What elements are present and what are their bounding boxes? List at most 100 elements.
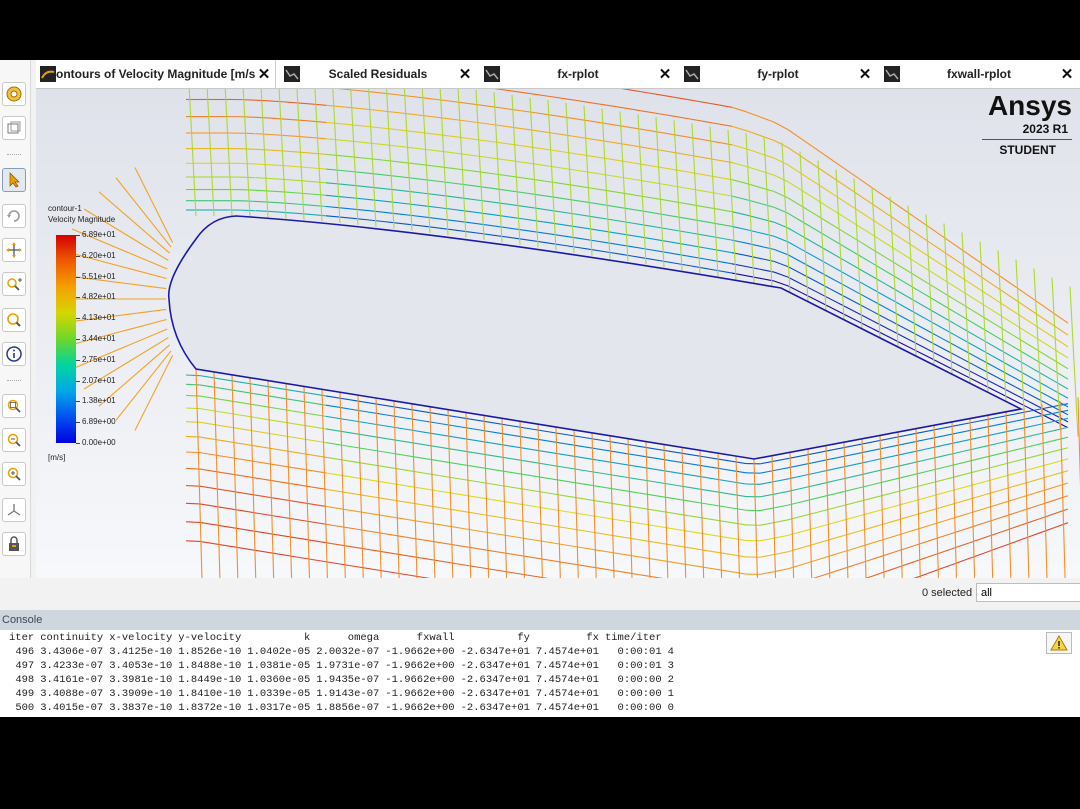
console-column-header: omega — [347, 632, 380, 644]
table-cell: 3.4053e-10 — [109, 660, 173, 672]
table-row: 497 3.4233e-07 3.4053e-10 1.8488e-10 1.0381e… — [6, 659, 677, 673]
axes-icon[interactable] — [2, 498, 26, 522]
legend-label: 6.89e+01 — [82, 230, 116, 239]
tab-fy-rplot[interactable]: fy-rplot ✕ — [680, 60, 876, 88]
table-cell: 0:00:00 — [617, 674, 662, 686]
legend-tick — [76, 297, 80, 299]
legend-tick — [76, 318, 80, 320]
console-column-header — [665, 631, 677, 645]
table-cell: 1.8372e-10 — [178, 702, 242, 714]
console-column-header: continuity — [40, 632, 104, 644]
table-cell: 1.8488e-10 — [178, 660, 242, 672]
table-cell: 1.9143e-07 — [316, 688, 380, 700]
console-column-header: fx — [586, 632, 599, 644]
table-cell: 500 — [15, 702, 35, 714]
table-cell: 3.4306e-07 — [40, 646, 104, 658]
legend-label: 2.75e+01 — [82, 354, 116, 364]
colormap-legend: contour-1 Velocity Magnitude 6.89e+01 6.2… — [48, 203, 178, 463]
table-cell: 2 — [667, 674, 674, 686]
legend-tick — [76, 401, 80, 403]
logo-name: Ansys — [987, 90, 1072, 121]
zoom-fit-icon[interactable] — [2, 428, 26, 452]
table-cell: 1.0381e-05 — [247, 660, 311, 672]
table-cell: 1.8526e-10 — [178, 646, 242, 658]
legend-tick — [76, 380, 80, 382]
plot-icon — [684, 66, 700, 82]
legend-tick — [76, 422, 80, 424]
table-cell: 496 — [15, 646, 35, 658]
close-icon[interactable]: ✕ — [255, 65, 273, 83]
table-cell: 4 — [667, 646, 674, 658]
table-cell: 3.4233e-07 — [40, 660, 104, 672]
table-cell: 3.4125e-10 — [109, 646, 173, 658]
warning-icon[interactable] — [1046, 632, 1072, 654]
table-cell: -1.9662e+00 — [385, 688, 455, 700]
zoom-view-icon[interactable] — [2, 462, 26, 486]
tab-label: fx-rplot — [557, 67, 599, 81]
colorbar — [56, 235, 76, 443]
table-cell: -2.6347e+01 — [460, 660, 530, 672]
zoom-icon[interactable] — [2, 308, 26, 332]
legend-label: 1.38e+01 — [82, 396, 116, 406]
legend-tick — [76, 339, 80, 340]
orient-icon[interactable] — [2, 82, 26, 106]
table-cell: 7.4574e+01 — [535, 660, 599, 672]
console-column-header: iter — [9, 632, 35, 644]
tab-contours[interactable]: ontours of Velocity Magnitude [m/s ✕ — [36, 60, 276, 88]
console-column-header: x-velocity — [109, 632, 173, 644]
table-cell: 0:00:00 — [617, 702, 662, 714]
contour-plot-icon — [40, 66, 56, 82]
tab-fxwall-rplot[interactable]: fxwall-rplot ✕ — [880, 60, 1078, 88]
zoom-box-icon[interactable] — [2, 394, 26, 418]
legend-label: 4.82e+01 — [82, 292, 116, 302]
zoom-in-out-icon[interactable] — [2, 272, 26, 296]
info-icon[interactable] — [2, 342, 26, 366]
table-cell: -2.6347e+01 — [460, 688, 530, 700]
table-cell: 3.3981e-10 — [109, 674, 173, 686]
table-cell: -2.6347e+01 — [460, 702, 530, 714]
console-column-header: k — [303, 632, 311, 644]
console-column-header: time/iter — [604, 632, 662, 644]
plot-icon — [484, 66, 500, 82]
close-icon[interactable]: ✕ — [1058, 65, 1076, 83]
table-cell: -1.9662e+00 — [385, 660, 455, 672]
table-cell: 499 — [15, 688, 35, 700]
table-cell: 3.3909e-10 — [109, 688, 173, 700]
pan-icon[interactable] — [2, 238, 26, 262]
graphics-viewport[interactable]: contour-1 Velocity Magnitude 6.89e+01 6.2… — [36, 89, 1080, 578]
table-cell: 7.4574e+01 — [535, 688, 599, 700]
table-cell: -2.6347e+01 — [460, 674, 530, 686]
table-cell: -1.9662e+00 — [385, 646, 455, 658]
tab-scaled-residuals[interactable]: Scaled Residuals ✕ — [280, 60, 476, 88]
tab-label: ontours of Velocity Magnitude [m/s — [56, 67, 255, 81]
table-row: 500 3.4015e-07 3.3837e-10 1.8372e-10 1.0317e… — [6, 701, 677, 715]
lock-icon[interactable] — [2, 532, 26, 556]
selection-bar: 0 selected — [36, 578, 1080, 608]
tab-label: fy-rplot — [757, 67, 799, 81]
close-icon[interactable]: ✕ — [656, 65, 674, 83]
graphics-tab-bar: ontours of Velocity Magnitude [m/s ✕ Sca… — [36, 60, 1080, 89]
table-row: 499 3.4088e-07 3.3909e-10 1.8410e-10 1.0339e… — [6, 687, 677, 701]
select-arrow-icon[interactable] — [2, 168, 26, 192]
tab-fx-rplot[interactable]: fx-rplot ✕ — [480, 60, 676, 88]
console-title: Console — [0, 610, 1080, 630]
selection-filter-input[interactable] — [976, 583, 1080, 602]
table-cell: 1.8449e-10 — [178, 674, 242, 686]
logo-version: 2023 R1 — [1022, 122, 1068, 136]
close-icon[interactable]: ✕ — [456, 65, 474, 83]
table-cell: 1.0339e-05 — [247, 688, 311, 700]
table-cell: -1.9662e+00 — [385, 702, 455, 714]
graphics-toolbar — [0, 60, 31, 578]
legend-title: contour-1 — [48, 204, 82, 213]
console-column-header: fxwall — [416, 632, 455, 644]
table-cell: -1.9662e+00 — [385, 674, 455, 686]
table-cell: 1.9435e-07 — [316, 674, 380, 686]
close-icon[interactable]: ✕ — [856, 65, 874, 83]
rotate-icon[interactable] — [2, 204, 26, 228]
residual-table: iter continuity x-velocity y-velocity k omega… — [6, 631, 677, 715]
table-cell: 3.4088e-07 — [40, 688, 104, 700]
legend-tick — [76, 359, 80, 361]
fit-icon[interactable] — [2, 116, 26, 140]
table-cell: -2.6347e+01 — [460, 646, 530, 658]
table-cell: 3.4161e-07 — [40, 674, 104, 686]
